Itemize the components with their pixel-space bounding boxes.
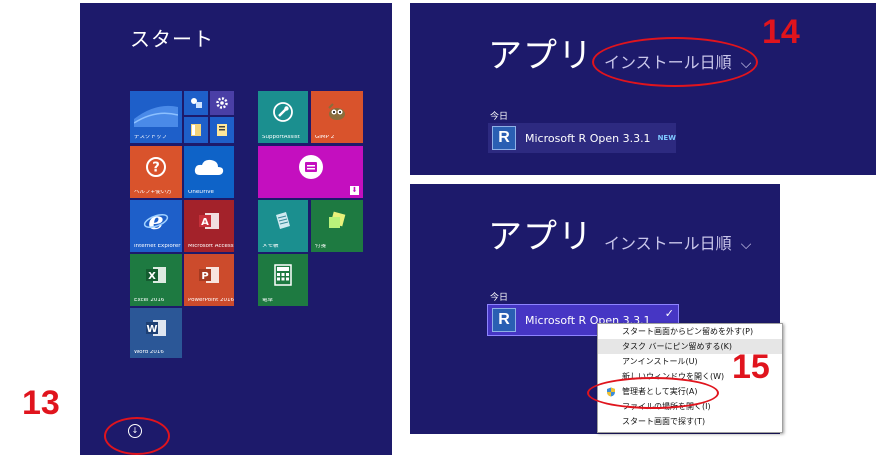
tile-excel[interactable]: X Excel 2016 [130,254,182,306]
tile-powerpoint[interactable]: P PowerPoint 2016 [184,254,234,306]
wrench-icon [258,91,308,133]
apps-title: アプリ [488,36,593,76]
calculator-icon [258,254,308,296]
desktop-icon [130,91,182,133]
sort-dropdown[interactable]: インストール日順 ⌵ [604,234,752,254]
r-app-icon: R [492,308,516,332]
svg-text:P: P [201,271,208,282]
tile-small-3[interactable] [184,117,208,143]
tile-label: GIMP 2 [315,134,335,140]
step-number-15: 15 [732,348,770,386]
step-number-13: 13 [22,384,60,422]
tile-label: 電卓 [262,297,274,303]
tile-label: Microsoft Access 2010 [188,243,234,249]
tile-help[interactable]: ? ヘルプ+使い方 [130,146,182,198]
book-icon [184,117,208,143]
tile-supportassist[interactable]: SupportAssist [258,91,308,143]
menu-item-unpin-start[interactable]: スタート画面からピン留めを外す(P) [598,324,782,339]
new-badge: NEW [657,134,676,142]
svg-text:A: A [201,217,209,228]
tile-gimp[interactable]: GIMP 2 [311,91,363,143]
tile-calculator[interactable]: 電卓 [258,254,308,306]
step-number-14: 14 [762,13,800,51]
annotation-ring-15 [587,377,719,409]
download-badge-icon: ⬇ [350,186,359,195]
tile-word[interactable]: W Word 2016 [130,308,182,358]
group-header-today: 今日 [490,293,509,303]
tile-small-settings[interactable] [210,91,234,115]
annotation-ring-14 [592,37,758,87]
tile-store-wide[interactable]: ⬇ [258,146,363,198]
tile-access[interactable]: A Microsoft Access 2010 [184,200,234,252]
menu-item-find-on-start[interactable]: スタート画面で探す(T) [598,414,782,429]
document-icon [210,117,234,143]
tile-small-4[interactable] [210,117,234,143]
question-icon: ? [130,146,182,188]
tile-label: メモ帳 [262,243,279,249]
tile-memo[interactable]: メモ帳 [258,200,308,252]
tile-small-1[interactable] [184,91,208,115]
annotation-ring-13 [104,417,170,455]
r-app-icon: R [492,126,516,150]
tile-label: 付箋 [315,243,327,249]
check-icon: ✓ [664,307,674,320]
access-icon: A [184,200,234,242]
powerpoint-icon: P [184,254,234,296]
gear-icon [210,91,234,115]
user-icon [184,91,208,115]
tile-label: ヘルプ+使い方 [134,189,172,195]
store-icon [258,146,363,188]
group-header-today: 今日 [490,112,509,122]
tile-fusen[interactable]: 付箋 [311,200,363,252]
tile-label: SupportAssist [262,134,300,140]
svg-text:W: W [146,324,157,335]
svg-text:X: X [148,271,156,282]
tile-onedrive[interactable]: OneDrive [184,146,234,198]
svg-text:?: ? [152,161,160,176]
tile-label: Excel 2016 [134,297,165,303]
apps-title: アプリ [488,217,593,257]
svg-text:e: e [148,208,163,234]
tile-label: Internet Explorer [134,243,181,249]
notepad-icon [258,200,308,242]
tile-label: OneDrive [188,189,214,195]
word-icon: W [130,308,182,348]
tile-label: PowerPoint 2016 [188,297,234,303]
start-title: スタート [130,27,214,51]
chevron-down-icon: ⌵ [740,237,752,253]
sticky-note-icon [311,200,363,242]
app-name: Microsoft R Open 3.3.1 [525,131,651,145]
ie-icon: e [130,200,182,242]
gimp-icon [311,91,363,133]
tile-label: Word 2016 [134,349,164,355]
app-item-r-open[interactable]: R Microsoft R Open 3.3.1 NEW [488,123,676,153]
apps-view-sort: アプリ インストール日順 ⌵ 今日 R Microsoft R Open 3.3… [410,3,876,175]
sort-label: インストール日順 [604,234,732,253]
start-screen: スタート デスクトップ ? ヘルプ+使い方 OneDrive e Interne… [80,3,392,455]
cloud-icon [184,146,234,188]
tutorial-composite: スタート デスクトップ ? ヘルプ+使い方 OneDrive e Interne… [0,0,876,458]
excel-icon: X [130,254,182,296]
tile-internet-explorer[interactable]: e Internet Explorer [130,200,182,252]
tile-desktop[interactable]: デスクトップ [130,91,182,143]
tile-label: デスクトップ [134,134,168,140]
